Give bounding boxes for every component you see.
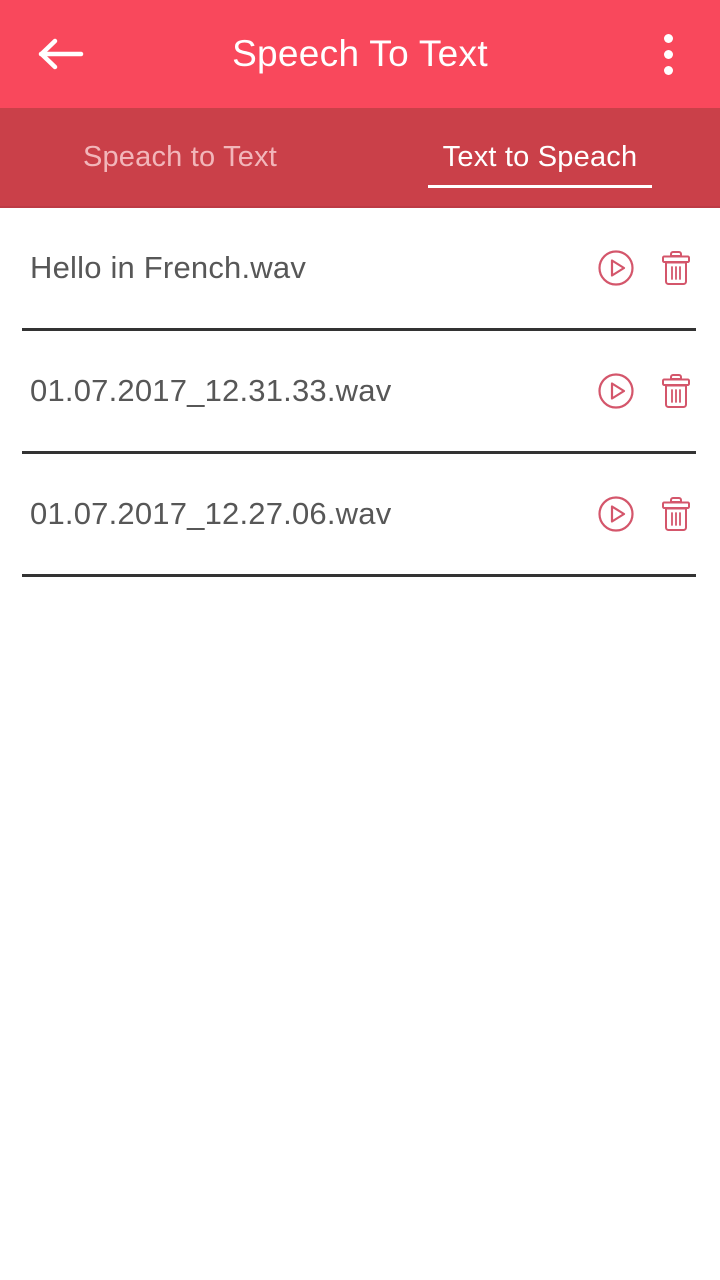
item-actions	[592, 244, 700, 292]
page-title: Speech To Text	[232, 33, 488, 74]
tab-bar: Speach to Text Text to Speach	[0, 108, 720, 208]
recording-name: 01.07.2017_12.27.06.wav	[30, 496, 392, 531]
trash-icon	[659, 372, 693, 410]
play-button[interactable]	[592, 244, 640, 292]
tab-speech-to-text[interactable]: Speach to Text	[0, 108, 360, 206]
tab-label: Text to Speach	[442, 140, 638, 173]
recording-name: Hello in French.wav	[30, 250, 307, 285]
play-button[interactable]	[592, 490, 640, 538]
overflow-menu-icon-dot2	[663, 49, 673, 59]
trash-icon	[659, 495, 693, 533]
item-actions	[592, 367, 700, 415]
trash-icon	[659, 249, 693, 287]
delete-button[interactable]	[652, 244, 700, 292]
list-item[interactable]: Hello in French.wav	[0, 208, 720, 328]
app-bar: Speech To Text	[0, 0, 720, 108]
play-circle-icon	[597, 495, 635, 533]
play-button[interactable]	[592, 367, 640, 415]
delete-button[interactable]	[652, 367, 700, 415]
overflow-menu-icon-dot3	[663, 65, 673, 75]
overflow-menu-button[interactable]	[644, 24, 692, 84]
recording-name: 01.07.2017_12.31.33.wav	[30, 373, 392, 408]
tab-label: Speach to Text	[82, 140, 278, 173]
back-button[interactable]	[34, 27, 88, 81]
play-circle-icon	[597, 372, 635, 410]
play-circle-icon	[597, 249, 635, 287]
overflow-menu-icon	[663, 33, 673, 43]
app-screen: Speech To Text Speach to Text Text to Sp…	[0, 0, 720, 1280]
recordings-list: Hello in French.wav 01.07.2017_12.31.33.…	[0, 208, 720, 577]
delete-button[interactable]	[652, 490, 700, 538]
item-actions	[592, 490, 700, 538]
list-divider	[22, 574, 696, 577]
arrow-left-icon	[38, 37, 84, 71]
tab-text-to-speech[interactable]: Text to Speach	[360, 108, 720, 206]
list-item[interactable]: 01.07.2017_12.27.06.wav	[0, 454, 720, 574]
list-item[interactable]: 01.07.2017_12.31.33.wav	[0, 331, 720, 451]
